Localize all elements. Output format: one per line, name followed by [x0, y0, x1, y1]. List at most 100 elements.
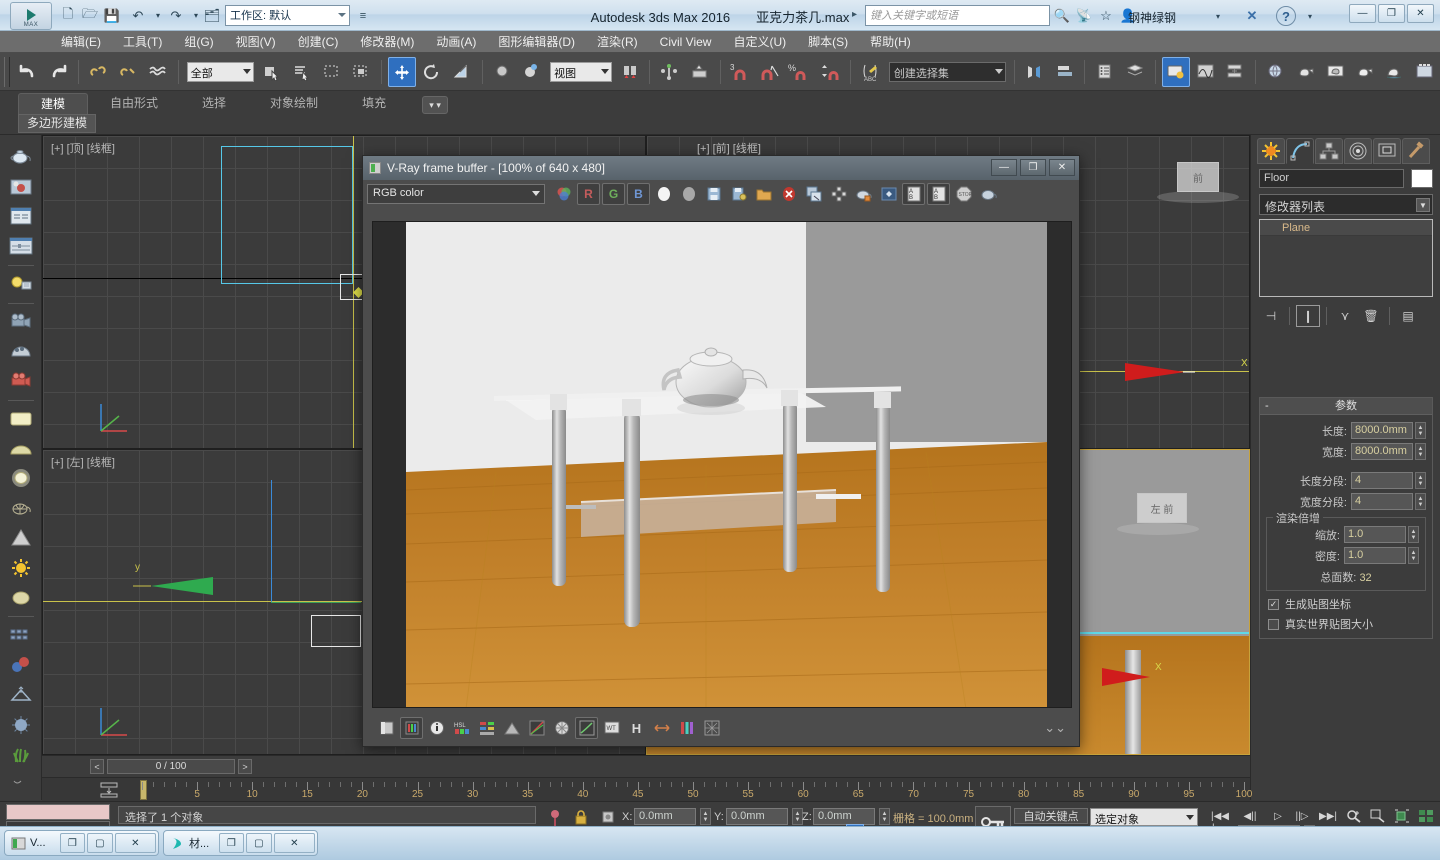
checkbox-row-generate-mapping-coords[interactable]: ✓ 生成贴图坐标 [1260, 594, 1432, 614]
menu-item-modifiers[interactable]: 修改器(M) [349, 31, 425, 53]
curve-editor-icon[interactable] [1192, 57, 1220, 87]
selection-mode-dropdown[interactable]: 选定对象 [1090, 808, 1198, 826]
menu-item-create[interactable]: 创建(C) [287, 31, 350, 53]
render-region-icon[interactable] [827, 183, 850, 205]
max-application-button[interactable]: MAX [10, 2, 52, 30]
hierarchy-tab-icon[interactable] [1315, 138, 1343, 164]
zoom-region-icon[interactable] [1368, 808, 1388, 824]
select-and-scale-icon[interactable] [448, 57, 476, 87]
render-setup-icon[interactable] [1292, 57, 1320, 87]
spinner-snap-icon[interactable] [816, 57, 844, 87]
spinner-z[interactable]: ▲ ▼ [879, 808, 890, 825]
ribbon-tab-selection[interactable]: 选择 [180, 93, 248, 114]
vfb-minimize-button[interactable]: — [991, 159, 1017, 176]
proxy-grid-icon[interactable] [5, 621, 37, 649]
workspace-selector[interactable]: 工作区: 默认 [225, 5, 350, 26]
more-tools-icon[interactable] [5, 770, 37, 798]
window-crossing-icon[interactable] [348, 57, 376, 87]
menu-item-edit[interactable]: 编辑(E) [50, 31, 112, 53]
render-production-icon[interactable] [1352, 57, 1380, 87]
show-color-corrections-icon[interactable] [400, 717, 423, 739]
exchange-icon[interactable]: ✕ [1242, 6, 1262, 26]
menu-item-views[interactable]: 视图(V) [225, 31, 287, 53]
go-to-end-icon[interactable]: ▶▶| [1318, 808, 1338, 824]
spinner-width-segs[interactable]: ▲ ▼ [1415, 493, 1426, 510]
menu-item-group[interactable]: 组(G) [173, 31, 224, 53]
zoom-extents-icon[interactable] [1344, 808, 1364, 824]
taskbar-restore-button[interactable]: ❐ [218, 833, 245, 853]
manage-layers-icon[interactable] [1121, 57, 1149, 87]
spinner-length[interactable]: ▲ ▼ [1415, 422, 1426, 439]
teapot-render-icon[interactable] [977, 183, 1000, 205]
object-name-field[interactable]: Floor [1259, 169, 1404, 188]
play-animation-icon[interactable]: ▷ [1268, 808, 1288, 824]
help-icon[interactable]: ? [1276, 6, 1296, 26]
graphite-modeling-icon[interactable] [1161, 56, 1190, 87]
vray-frame-buffer-window[interactable]: V-Ray frame buffer - [100% of 640 x 480]… [362, 155, 1080, 747]
vfb-maximize-button[interactable]: ❐ [1020, 159, 1046, 176]
new-file-icon[interactable]: 🗋 [58, 5, 78, 26]
ribbon-tab-object-paint[interactable]: 对象绘制 [248, 93, 340, 114]
search-expand-icon[interactable]: ▸ [852, 9, 857, 20]
configure-sets-icon[interactable]: ▤ [1396, 305, 1420, 327]
ab-vertical-icon[interactable]: AB [927, 183, 950, 205]
named-selection-set-combo[interactable]: 创建选择集 [888, 61, 1006, 82]
param-field-length-segs[interactable]: 4 [1351, 472, 1413, 489]
workspace-menu-icon[interactable]: ≡ [354, 5, 372, 26]
param-field-scale[interactable]: 1.0 [1344, 526, 1406, 543]
mirror-icon[interactable] [656, 57, 684, 87]
show-srgb-icon[interactable] [375, 717, 398, 739]
rect-selection-region-icon[interactable] [318, 57, 346, 87]
taskbar-item-material-editor[interactable]: 材... ❐ ▢ ✕ [163, 830, 318, 856]
fur-icon[interactable] [5, 711, 37, 739]
named-selection-icon[interactable]: ABC [857, 57, 885, 87]
slider-panel-icon[interactable] [5, 232, 37, 260]
taskbar-close-button[interactable]: ✕ [273, 833, 316, 853]
maxscript-mini-listener-output[interactable] [6, 804, 110, 820]
pixel-info-icon[interactable] [425, 717, 448, 739]
cone-light-icon[interactable] [5, 524, 37, 552]
track-bar[interactable]: 5 10 15 20 25 30 35 40 45 50 55 60 65 70 75 80 85 90 95 100 [42, 777, 1252, 801]
menu-item-tools[interactable]: 工具(T) [112, 31, 173, 53]
select-link-icon[interactable] [85, 57, 113, 87]
lut-icon[interactable] [575, 717, 598, 739]
mirror-tool-icon[interactable] [1021, 57, 1049, 87]
open-file-icon[interactable]: 🗁 [80, 5, 100, 26]
green-channel-icon[interactable]: G [602, 183, 625, 205]
maximize-viewport-icon[interactable] [1416, 808, 1436, 824]
ribbon-tab-modeling[interactable]: 建模 [18, 93, 89, 114]
redo-icon[interactable]: ↷ [166, 5, 186, 26]
hsl-icon[interactable]: HSL [450, 717, 473, 739]
use-pivot-point-icon[interactable] [616, 57, 644, 87]
select-by-name-icon[interactable] [288, 57, 316, 87]
exposure-icon[interactable] [500, 717, 523, 739]
param-field-density[interactable]: 1.0 [1344, 547, 1406, 564]
percent-snap-icon[interactable]: % [787, 57, 815, 87]
vertical-stereo-icon[interactable] [675, 717, 698, 739]
copy-to-max-icon[interactable] [802, 183, 825, 205]
reference-coord-combo[interactable]: 视图 [550, 61, 612, 82]
background-icon[interactable]: WT [600, 717, 623, 739]
auto-key-button[interactable]: 自动关键点 [1014, 808, 1088, 824]
ribbon-options-icon[interactable]: ▾ ▾ [422, 96, 449, 114]
coord-field-z[interactable]: 0.0mm [813, 808, 875, 825]
save-image-icon[interactable] [702, 183, 725, 205]
next-frame-icon[interactable]: ||▷ [1292, 808, 1312, 824]
coord-field-x[interactable]: 0.0mm [634, 808, 696, 825]
select-and-rotate-icon[interactable] [418, 57, 446, 87]
zoom-all-icon[interactable] [1392, 808, 1412, 824]
checkbox-real-world-map-size[interactable] [1268, 618, 1279, 630]
open-mini-curve-editor-icon[interactable] [92, 780, 126, 800]
dome-light-icon[interactable] [5, 338, 37, 366]
vfb-title-bar[interactable]: V-Ray frame buffer - [100% of 640 x 480]… [363, 156, 1079, 180]
align-tool-icon[interactable] [1051, 57, 1079, 87]
modifier-list-dropdown[interactable]: 修改器列表 ▼ [1259, 194, 1433, 215]
plane-light-icon[interactable] [5, 405, 37, 433]
sun-icon[interactable] [5, 554, 37, 582]
taskbar-maximize-button[interactable]: ▢ [246, 833, 272, 853]
previous-frame-button[interactable]: < [90, 759, 104, 774]
blue-channel-icon[interactable]: B [627, 183, 650, 205]
material-editor-icon[interactable] [1262, 57, 1290, 87]
menu-item-help[interactable]: 帮助(H) [859, 31, 922, 53]
undo-dropdown-icon[interactable]: ▾ [148, 5, 168, 26]
